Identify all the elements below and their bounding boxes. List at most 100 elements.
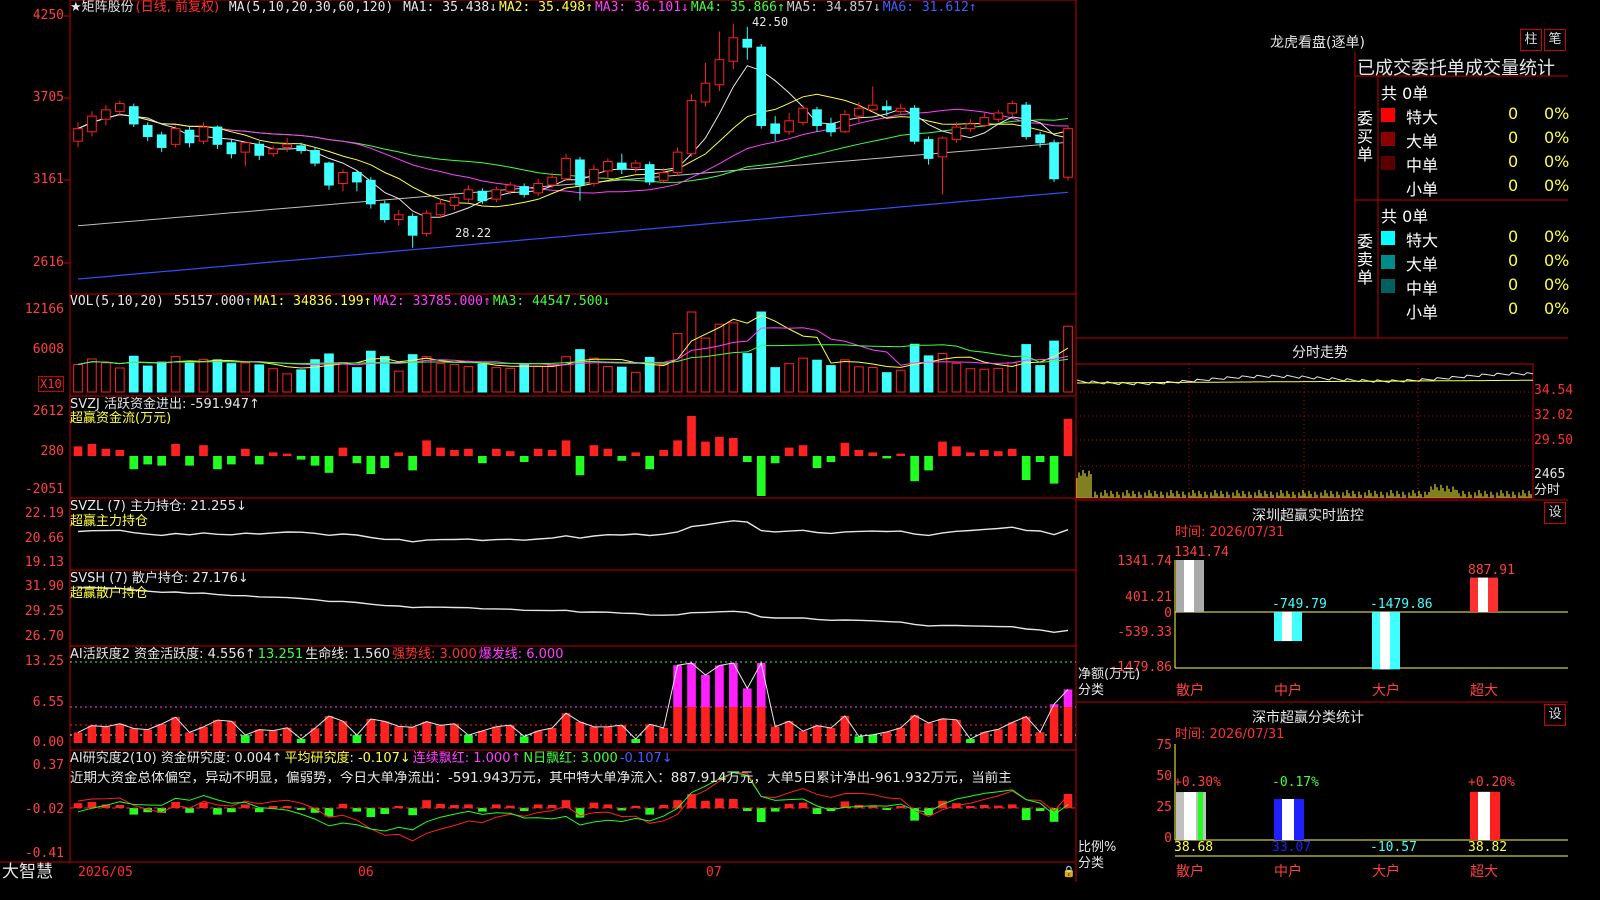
activity-bar	[101, 726, 111, 743]
activity-bar	[464, 735, 473, 743]
activity-bar	[241, 735, 250, 743]
order-type: 小单	[1406, 303, 1439, 322]
flow-bar	[268, 452, 278, 456]
flow-bar	[296, 456, 306, 460]
candle	[1007, 103, 1018, 114]
flow-bar	[561, 440, 571, 456]
legend-swatch	[1381, 231, 1395, 245]
volume-bar	[756, 311, 767, 393]
y-tick: -2051	[24, 482, 64, 497]
chart-canvas[interactable]	[0, 0, 1568, 882]
fs-tick-3: 2465	[1534, 467, 1566, 482]
y-tick: 19.13	[24, 555, 64, 570]
candle	[226, 142, 237, 155]
flow-bar	[1063, 418, 1073, 456]
volume-bar	[881, 372, 892, 393]
candle	[770, 123, 781, 134]
activity-line	[77, 661, 1069, 740]
y-tick: 13.25	[24, 654, 64, 669]
activity-bar	[896, 727, 905, 743]
candle	[505, 184, 516, 192]
candle	[435, 203, 446, 216]
flow-bar	[896, 453, 905, 456]
candle	[101, 109, 111, 120]
activity-bar	[519, 736, 529, 743]
y-tick: 26.70	[24, 629, 64, 644]
volume-bar	[115, 367, 125, 393]
candle	[1035, 134, 1045, 144]
activity-bar	[422, 721, 431, 743]
flow-bar	[826, 456, 836, 462]
tick-mode-button[interactable]: 笔	[1544, 29, 1566, 51]
sc-cat-label: 分类	[1078, 856, 1105, 871]
sc-bar-highlight	[1282, 798, 1294, 840]
order-pct: 0%	[1544, 128, 1570, 147]
research-bar	[380, 808, 390, 814]
activity-bar	[882, 731, 892, 743]
candle	[519, 186, 530, 195]
research-bar	[338, 803, 348, 808]
y-tick: 6.55	[32, 695, 64, 710]
candle	[812, 109, 822, 127]
activity-bar	[756, 707, 766, 743]
research-bar	[129, 808, 139, 815]
bar-mode-button[interactable]: 柱	[1520, 29, 1542, 51]
volume-bar	[533, 365, 543, 393]
x-label-may: 2026/05	[78, 865, 133, 880]
research-bar	[464, 804, 473, 808]
order-type: 特大	[1406, 108, 1439, 127]
activity-bar	[129, 728, 139, 743]
volume-bar	[993, 367, 1004, 393]
volume-bar	[1021, 344, 1031, 393]
activity-bar	[157, 724, 166, 743]
flow-bar	[436, 447, 445, 456]
research-bar	[798, 802, 808, 808]
sc-category: 散户	[1176, 864, 1204, 880]
research-bar	[756, 808, 766, 822]
sz-category: 中户	[1274, 683, 1302, 699]
buy-group-label: 委买单	[1357, 109, 1374, 164]
x-label-jul: 07	[706, 865, 722, 880]
flow-bar	[324, 456, 334, 473]
candle	[533, 182, 543, 194]
activity-bar	[408, 727, 417, 743]
activity-bar	[826, 728, 836, 743]
sz-title: 深圳超赢实时监控	[1252, 508, 1364, 524]
vol-header: VOL(5,10,20) 55157.000↑ MA1: 34836.199↑ MA…	[70, 295, 612, 309]
sz-axis-label: 净额(万元)	[1078, 667, 1141, 682]
ai1-v4: 强势线: 3.000	[392, 647, 477, 662]
volume-bar	[212, 359, 223, 393]
y-tick: 31.90	[24, 579, 64, 594]
activity-bar	[352, 735, 362, 743]
research-bar	[199, 802, 208, 808]
candle	[128, 106, 139, 125]
candle	[324, 162, 334, 186]
flow-bar	[394, 452, 404, 456]
stock-title[interactable]: ★矩阵股份	[70, 0, 134, 15]
sc-settings-button[interactable]: 设	[1544, 704, 1566, 726]
sz-settings-button[interactable]: 设	[1544, 502, 1566, 524]
activity-bar	[742, 707, 752, 743]
lock-icon[interactable]: 🔒	[1062, 865, 1076, 879]
sz-bar-highlight	[1184, 560, 1194, 612]
flow-bar	[310, 456, 320, 466]
activity-bar	[784, 721, 794, 743]
volume-bar	[1035, 365, 1045, 393]
candle	[575, 159, 585, 186]
volume-bar	[73, 364, 83, 393]
research-bar	[213, 808, 222, 815]
candle	[840, 114, 850, 133]
candle	[115, 103, 125, 112]
activity-bar	[575, 721, 585, 743]
svzj-label: SVZJ 活跃资金进出: -591.947↑	[70, 397, 260, 412]
candle	[700, 82, 711, 103]
ai1-v5: 爆发线: 6.000	[478, 647, 564, 662]
vol-unit[interactable]: X10	[38, 376, 64, 392]
ai1-v2: 13.251	[257, 647, 304, 662]
activity-bar	[701, 707, 710, 743]
candle	[867, 104, 878, 111]
flow-bar	[101, 448, 111, 456]
ai2-v5: -0.107↓	[619, 751, 673, 766]
volume-bar	[87, 358, 97, 393]
candle	[784, 120, 794, 133]
